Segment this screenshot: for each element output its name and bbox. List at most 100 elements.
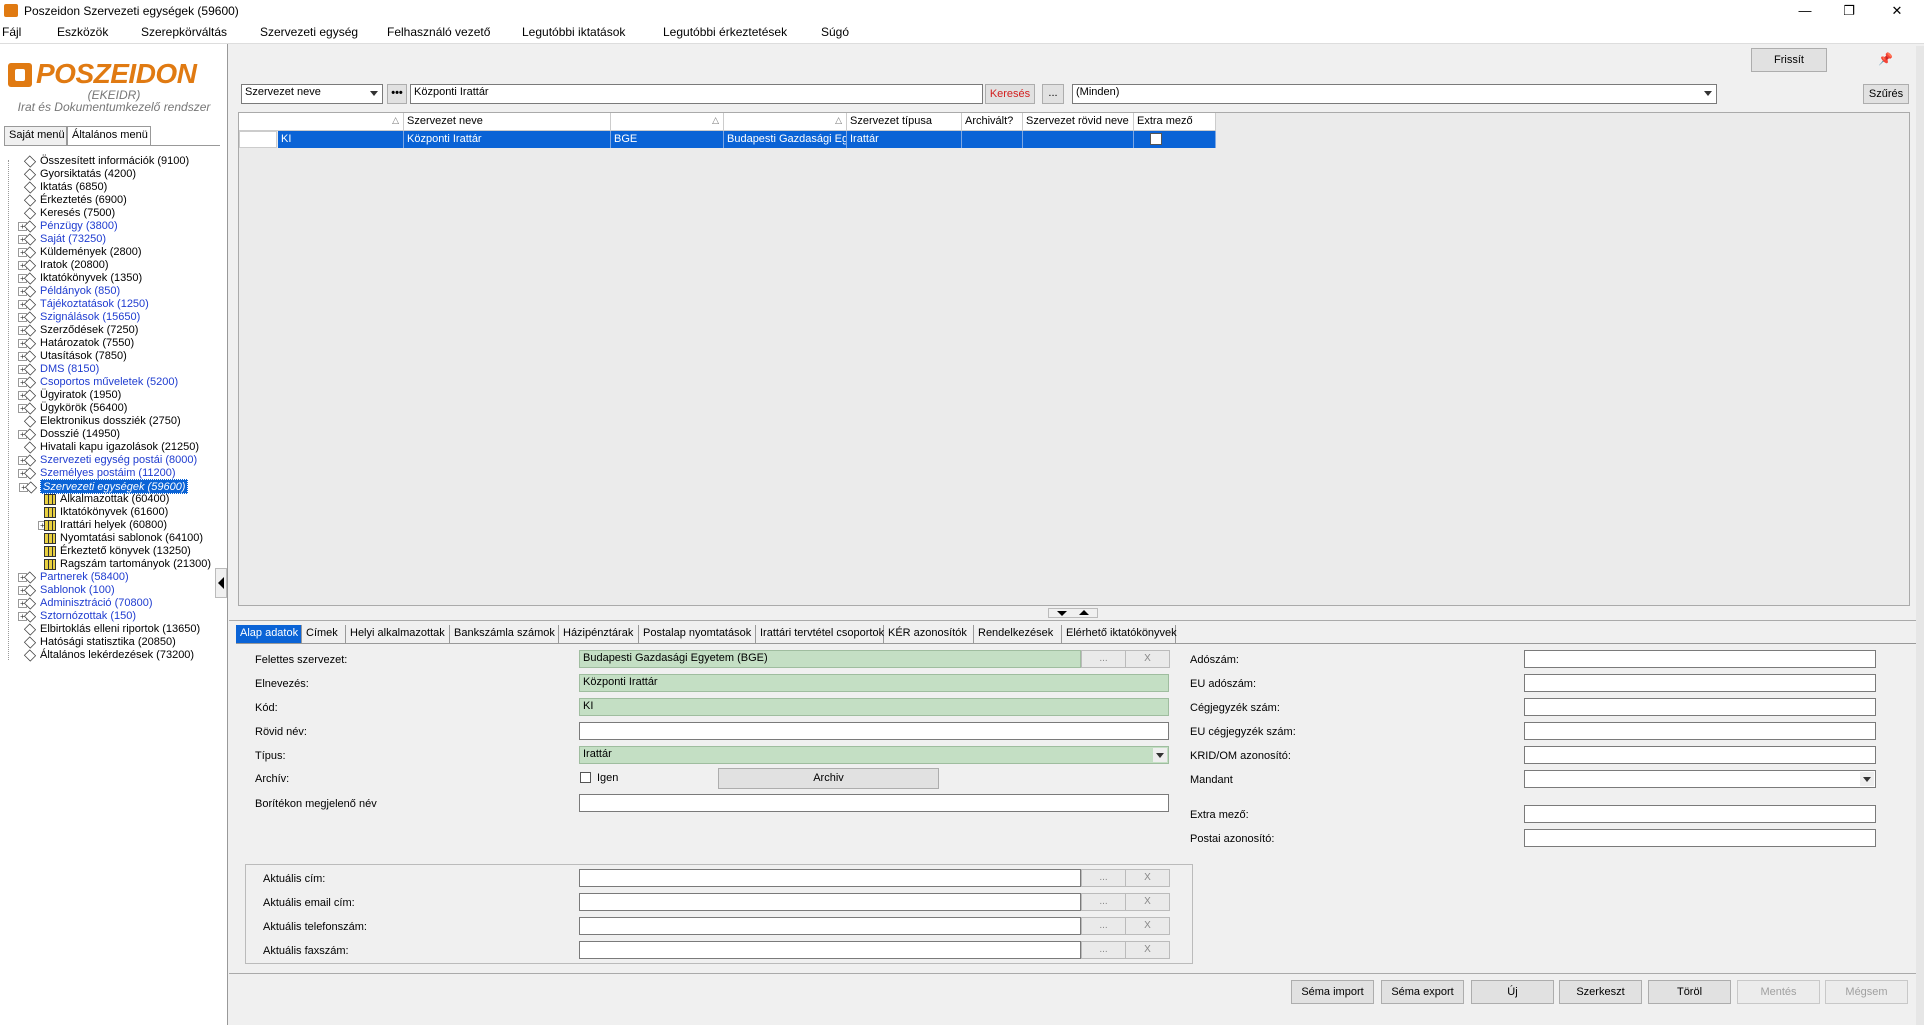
tree-guide-line — [8, 160, 9, 660]
splitter-handle[interactable] — [1048, 608, 1098, 618]
tab-sajat-menu[interactable]: Saját menü — [4, 126, 67, 146]
restore-button[interactable]: ❐ — [1826, 0, 1872, 22]
actual-browse-button[interactable]: ... — [1081, 893, 1126, 911]
tree-item-label: Elbirtoklás elleni riportok (13650) — [40, 623, 201, 635]
diamond-node-icon — [23, 155, 37, 168]
actual-field-input[interactable] — [579, 917, 1081, 935]
felettes-field[interactable]: Budapesti Gazdasági Egyetem (BGE) — [579, 650, 1081, 668]
tab-detail-6[interactable]: Irattári tervtétel csoportok — [756, 625, 884, 643]
delete-button[interactable]: Töröl — [1648, 980, 1731, 1004]
column-header[interactable]: △ — [611, 113, 724, 131]
collapse-pane-arrow-icon[interactable] — [215, 568, 227, 598]
tab-detail-7[interactable]: KÉR azonosítók — [884, 625, 974, 643]
felettes-browse-button[interactable]: ... — [1081, 650, 1126, 668]
arrow-down-icon[interactable] — [1057, 611, 1067, 616]
new-button[interactable]: Új — [1471, 980, 1554, 1004]
chevron-down-icon — [367, 86, 381, 102]
right-field-input[interactable] — [1524, 650, 1876, 668]
menu-felhasznalo-vezeto[interactable]: Felhasználó vezető — [387, 25, 490, 39]
grid-folder-icon — [44, 546, 56, 557]
column-header[interactable]: Archivált? — [962, 113, 1023, 131]
schema-import-button[interactable]: Séma import — [1291, 980, 1374, 1004]
column-header[interactable]: Szervezet rövid neve — [1023, 113, 1134, 131]
refresh-button[interactable]: Frissít — [1751, 48, 1827, 72]
archiv-checkbox[interactable] — [580, 772, 591, 783]
search-input[interactable]: Központi Irattár — [410, 84, 983, 104]
arrow-up-icon[interactable] — [1079, 610, 1089, 615]
actual-field-label: Aktuális faxszám: — [263, 945, 349, 957]
menu-szervezeti-egyseg[interactable]: Szervezeti egység — [260, 25, 358, 39]
filter-select[interactable]: (Minden) — [1072, 84, 1717, 104]
right-field-input[interactable] — [1524, 770, 1876, 788]
tab-detail-5[interactable]: Postalap nyomtatások — [639, 625, 756, 643]
actual-field-input[interactable] — [579, 893, 1081, 911]
column-header[interactable]: Szervezet neve — [404, 113, 611, 131]
more-button[interactable]: ... — [1042, 84, 1064, 104]
diamond-node-icon — [23, 623, 37, 636]
right-field-input[interactable] — [1524, 674, 1876, 692]
actual-browse-button[interactable]: ... — [1081, 869, 1126, 887]
search-field-select[interactable]: Szervezet neve — [241, 84, 383, 104]
tipus-select[interactable]: Irattár — [579, 746, 1169, 764]
grid-folder-icon — [44, 520, 56, 531]
row-selector[interactable] — [239, 131, 277, 148]
grid-folder-icon — [44, 559, 56, 570]
schema-export-button[interactable]: Séma export — [1381, 980, 1464, 1004]
menu-eszkozok[interactable]: Eszközök — [57, 25, 108, 39]
tab-detail-3[interactable]: Bankszámla számok — [450, 625, 559, 643]
right-field-input[interactable] — [1524, 829, 1876, 847]
tree-item[interactable]: Általános lekérdezések (73200) — [23, 648, 194, 663]
right-field-input[interactable] — [1524, 746, 1876, 764]
kod-field[interactable]: KI — [579, 698, 1169, 716]
actual-clear-button[interactable]: X — [1125, 869, 1170, 887]
column-header[interactable]: Szervezet típusa — [847, 113, 962, 131]
boritek-field[interactable] — [579, 794, 1169, 812]
menu-fajl[interactable]: Fájl — [2, 25, 21, 39]
window-title: Poszeidon Szervezeti egységek (59600) — [24, 4, 239, 18]
menu-legutobbi-erkeztetesek[interactable]: Legutóbbi érkeztetések — [663, 25, 787, 39]
right-field-input[interactable] — [1524, 805, 1876, 823]
column-header[interactable]: Extra mező — [1134, 113, 1216, 131]
minimize-button[interactable]: — — [1782, 0, 1828, 22]
cancel-button[interactable]: Mégsem — [1825, 980, 1908, 1004]
tab-detail-1[interactable]: Címek — [302, 625, 346, 643]
elnevezes-field[interactable]: Központi Irattár — [579, 674, 1169, 692]
rovid-nev-field[interactable] — [579, 722, 1169, 740]
tab-detail-9[interactable]: Elérhető iktatókönyvek — [1062, 625, 1177, 643]
menu-szerepkorvaltas[interactable]: Szerepkörváltás — [141, 25, 227, 39]
title-bar: Poszeidon Szervezeti egységek (59600) — … — [0, 0, 1924, 22]
search-button[interactable]: Keresés — [985, 84, 1035, 104]
actual-browse-button[interactable]: ... — [1081, 941, 1126, 959]
save-button[interactable]: Mentés — [1737, 980, 1820, 1004]
column-header[interactable]: △ — [724, 113, 847, 131]
tab-detail-2[interactable]: Helyi alkalmazottak — [346, 625, 450, 643]
window-scrollbar[interactable] — [1916, 46, 1924, 1025]
tab-altalanos-menu[interactable]: Általános menü — [67, 126, 151, 146]
actual-field-input[interactable] — [579, 869, 1081, 887]
archived-checkbox — [1150, 133, 1162, 145]
tree-item-label: Iktatás (6850) — [40, 181, 108, 193]
tree-item-label: Ragszám tartományok (21300) — [60, 558, 212, 570]
actual-field-input[interactable] — [579, 941, 1081, 959]
filter-button[interactable]: Szűrés — [1863, 84, 1909, 104]
actual-clear-button[interactable]: X — [1125, 893, 1170, 911]
tab-detail-0[interactable]: Alap adatok — [236, 625, 302, 643]
menu-legutobbi-iktatasok[interactable]: Legutóbbi iktatások — [522, 25, 625, 39]
actual-clear-button[interactable]: X — [1125, 941, 1170, 959]
actual-browse-button[interactable]: ... — [1081, 917, 1126, 935]
ellipsis-button[interactable]: ••• — [387, 84, 407, 104]
menu-sugo[interactable]: Súgó — [821, 25, 849, 39]
column-header[interactable]: △ — [239, 113, 404, 131]
tab-detail-4[interactable]: Házipénztárak — [559, 625, 639, 643]
right-field-input[interactable] — [1524, 698, 1876, 716]
felettes-clear-button[interactable]: X — [1125, 650, 1170, 668]
edit-button[interactable]: Szerkeszt — [1559, 980, 1642, 1004]
pin-icon[interactable]: 📌 — [1878, 52, 1893, 66]
right-field-input[interactable] — [1524, 722, 1876, 740]
table-cell: Irattár — [847, 131, 962, 148]
archiv-button[interactable]: Archiv — [718, 768, 939, 789]
actual-clear-button[interactable]: X — [1125, 917, 1170, 935]
right-field-label: EU adószám: — [1190, 678, 1257, 690]
close-button[interactable]: ✕ — [1874, 0, 1920, 22]
tab-detail-8[interactable]: Rendelkezések — [974, 625, 1062, 643]
